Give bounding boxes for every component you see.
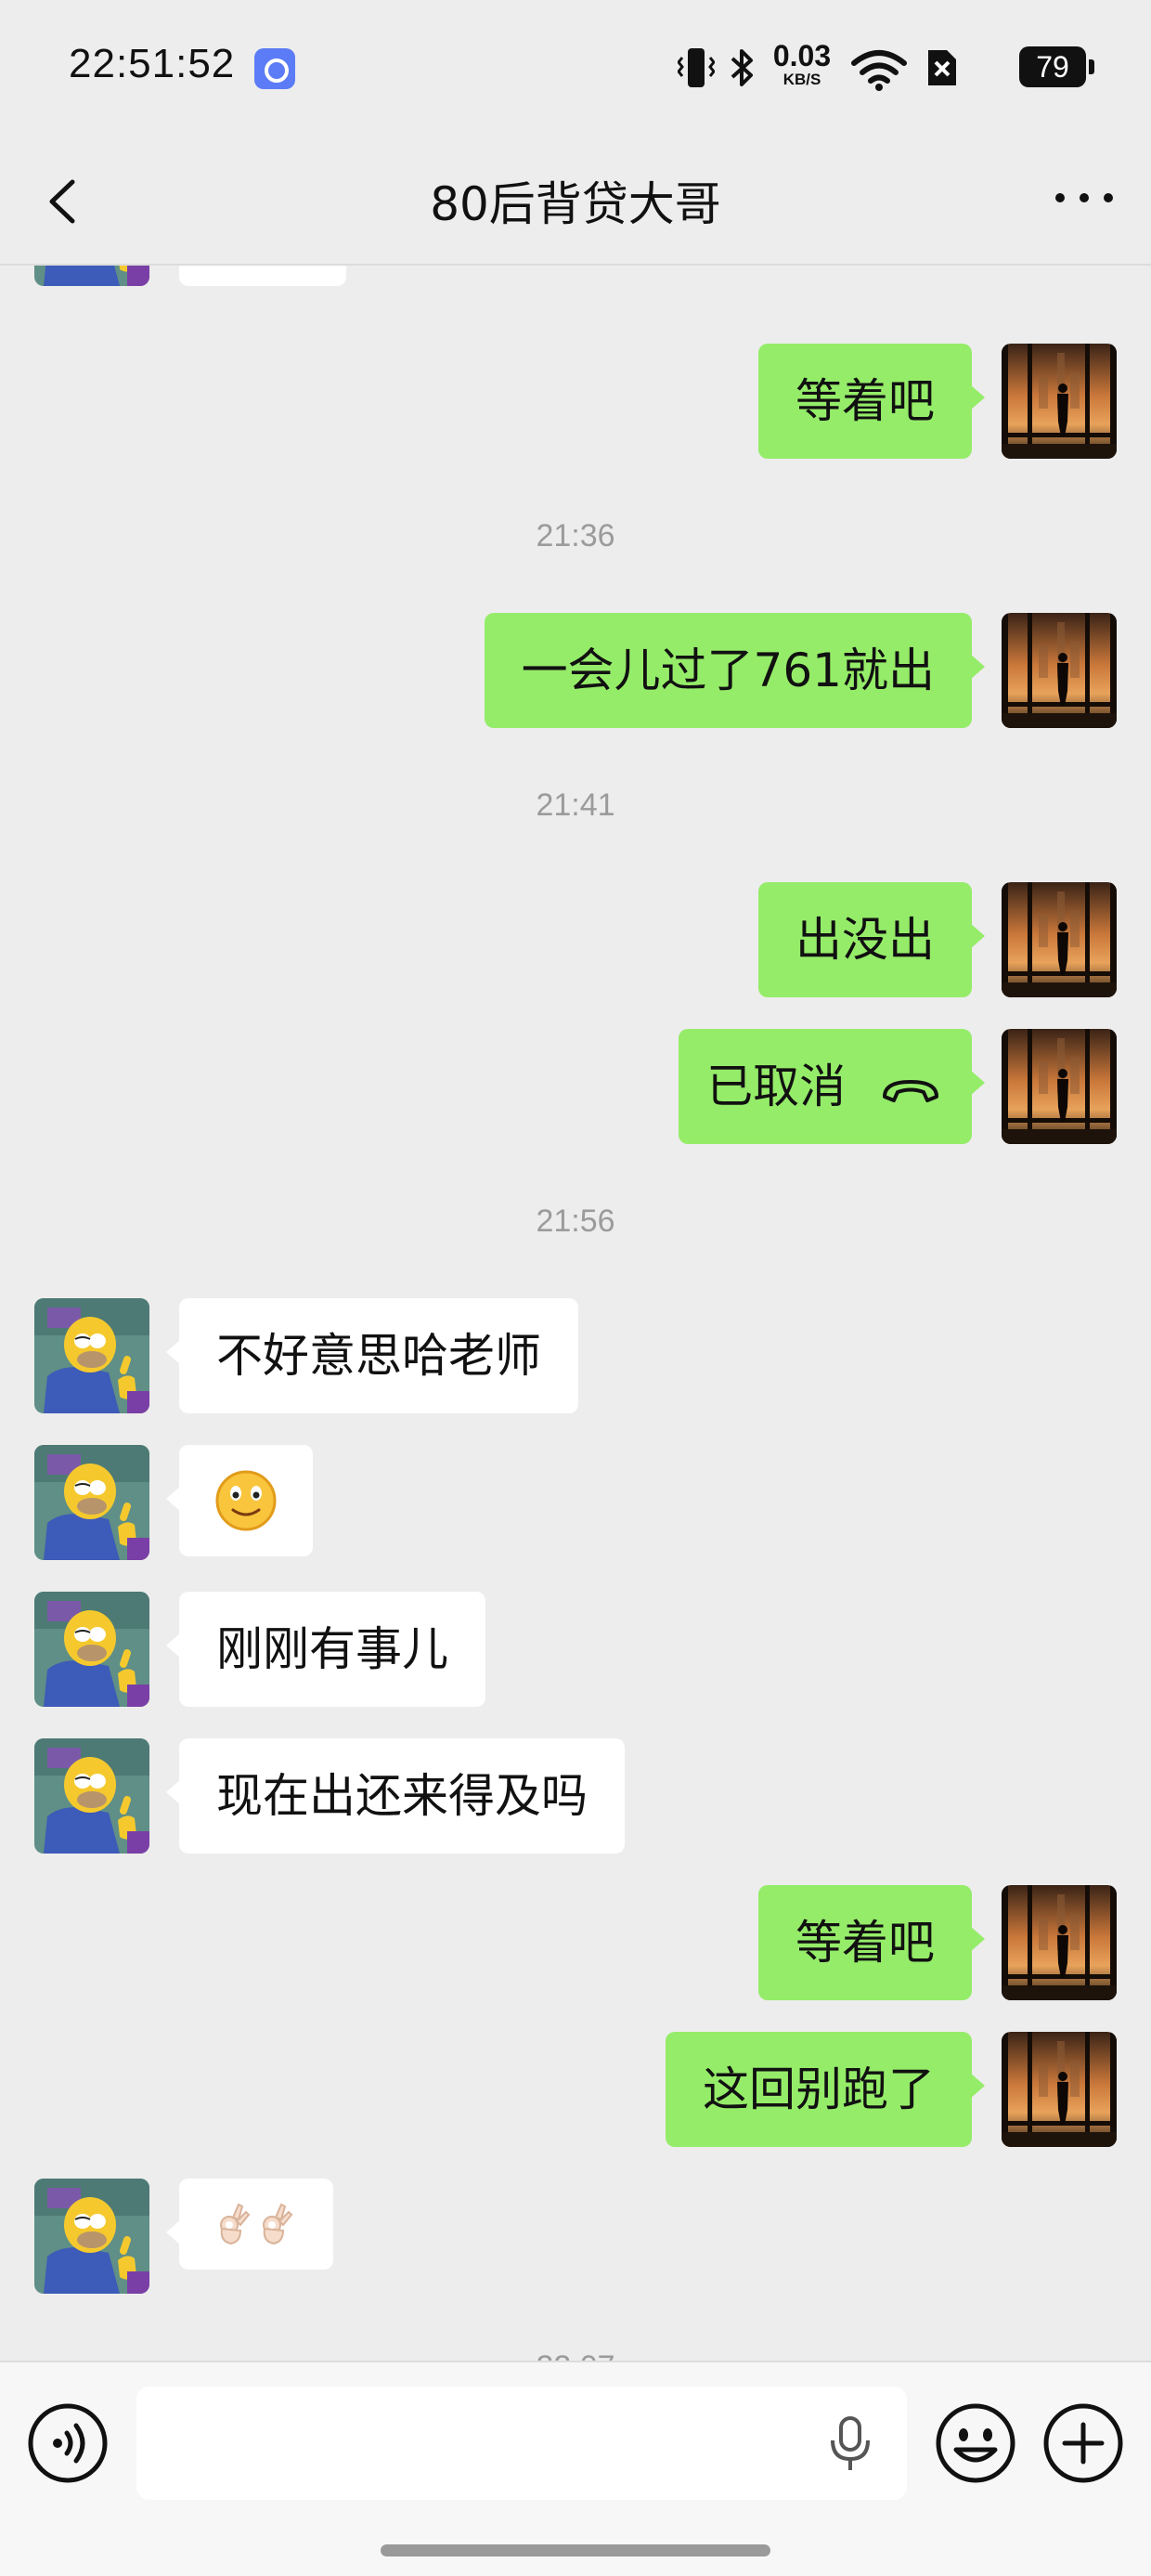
timestamp: 21:41 [536, 787, 615, 823]
contact-avatar[interactable] [34, 1445, 149, 1560]
microphone-icon[interactable] [827, 2414, 873, 2474]
message-incoming: 哦哦 [0, 266, 1151, 286]
battery-icon: 79 [1019, 46, 1094, 87]
message-bubble[interactable]: 哦哦 [179, 266, 346, 286]
contact-avatar[interactable] [34, 266, 149, 286]
message-bubble[interactable]: 不好意思哈老师 [166, 1298, 578, 1413]
message-outgoing-call: 已取消 [0, 1029, 1151, 1144]
wifi-icon [851, 50, 907, 91]
voice-mode-icon[interactable] [26, 2401, 110, 2485]
no-sim-icon [928, 50, 956, 85]
smile-emoji [215, 1470, 277, 1531]
emoji-bubble[interactable] [166, 1445, 313, 1556]
status-bar: 22:51:52 0.03 KB/S 79 [0, 0, 1151, 139]
input-bar [0, 2361, 1151, 2576]
my-avatar[interactable] [1002, 1885, 1117, 2000]
message-bubble[interactable]: 这回别跑了 [666, 2032, 985, 2147]
message-incoming [0, 1445, 1151, 1560]
net-speed: 0.03 KB/S [767, 41, 837, 89]
message-outgoing: 出没出 [0, 882, 1151, 997]
contact-avatar[interactable] [34, 1298, 149, 1413]
call-record-bubble[interactable]: 已取消 [679, 1029, 985, 1144]
call-status: 已取消 [706, 1060, 847, 1113]
message-list[interactable]: 哦哦 等着吧 21:36 一会儿过了761就出 21:41 出没出 已取消 21… [0, 266, 1151, 2361]
my-avatar[interactable] [1002, 344, 1117, 459]
message-bubble[interactable]: 现在出还来得及吗 [166, 1738, 625, 1854]
message-bubble[interactable]: 等着吧 [758, 1885, 985, 2000]
message-incoming: 不好意思哈老师 [0, 1298, 1151, 1413]
ok-hand-emoji-pair [220, 2203, 293, 2245]
message-incoming: 现在出还来得及吗 [0, 1738, 1151, 1854]
timestamp: 22:07 [0, 2349, 1151, 2361]
message-bubble[interactable]: 出没出 [758, 882, 985, 997]
contact-avatar[interactable] [34, 1738, 149, 1854]
my-avatar[interactable] [1002, 1029, 1117, 1144]
home-indicator[interactable] [381, 2544, 770, 2556]
my-avatar[interactable] [1002, 882, 1117, 997]
message-incoming: 刚刚有事儿 [0, 1592, 1151, 1707]
message-input[interactable] [136, 2387, 907, 2500]
message-outgoing: 等着吧 [0, 1885, 1151, 2000]
more-dots-icon[interactable] [1051, 184, 1118, 212]
chat-title: 80后背贷大哥 [430, 177, 721, 231]
message-outgoing: 这回别跑了 [0, 2032, 1151, 2147]
chat-header: 80后背贷大哥 [0, 139, 1151, 266]
contact-avatar[interactable] [34, 1592, 149, 1707]
plus-icon[interactable] [1041, 2401, 1125, 2485]
emoji-bubble[interactable] [166, 2179, 333, 2270]
message-bubble[interactable]: 刚刚有事儿 [166, 1592, 485, 1707]
message-bubble[interactable]: 一会儿过了761就出 [484, 613, 986, 728]
app-notification-icon [254, 48, 295, 89]
timestamp: 21:56 [536, 1203, 615, 1239]
my-avatar[interactable] [1002, 613, 1117, 728]
message-incoming [0, 2179, 1151, 2294]
emoji-face-icon[interactable] [934, 2401, 1017, 2485]
status-time: 22:51:52 [69, 41, 236, 86]
timestamp: 21:36 [536, 518, 615, 553]
my-avatar[interactable] [1002, 2032, 1117, 2147]
message-outgoing: 一会儿过了761就出 [0, 613, 1151, 728]
message-outgoing: 等着吧 [0, 344, 1151, 459]
hangup-phone-icon [883, 1079, 938, 1102]
net-speed-value: 0.03 [772, 39, 832, 72]
net-speed-unit: KB/S [782, 71, 821, 88]
contact-avatar[interactable] [34, 2179, 149, 2294]
bluetooth-icon [731, 49, 753, 86]
status-icons: 0.03 KB/S 79 [678, 41, 1094, 97]
vibrate-icon [678, 48, 715, 87]
message-bubble[interactable]: 等着吧 [758, 344, 985, 459]
